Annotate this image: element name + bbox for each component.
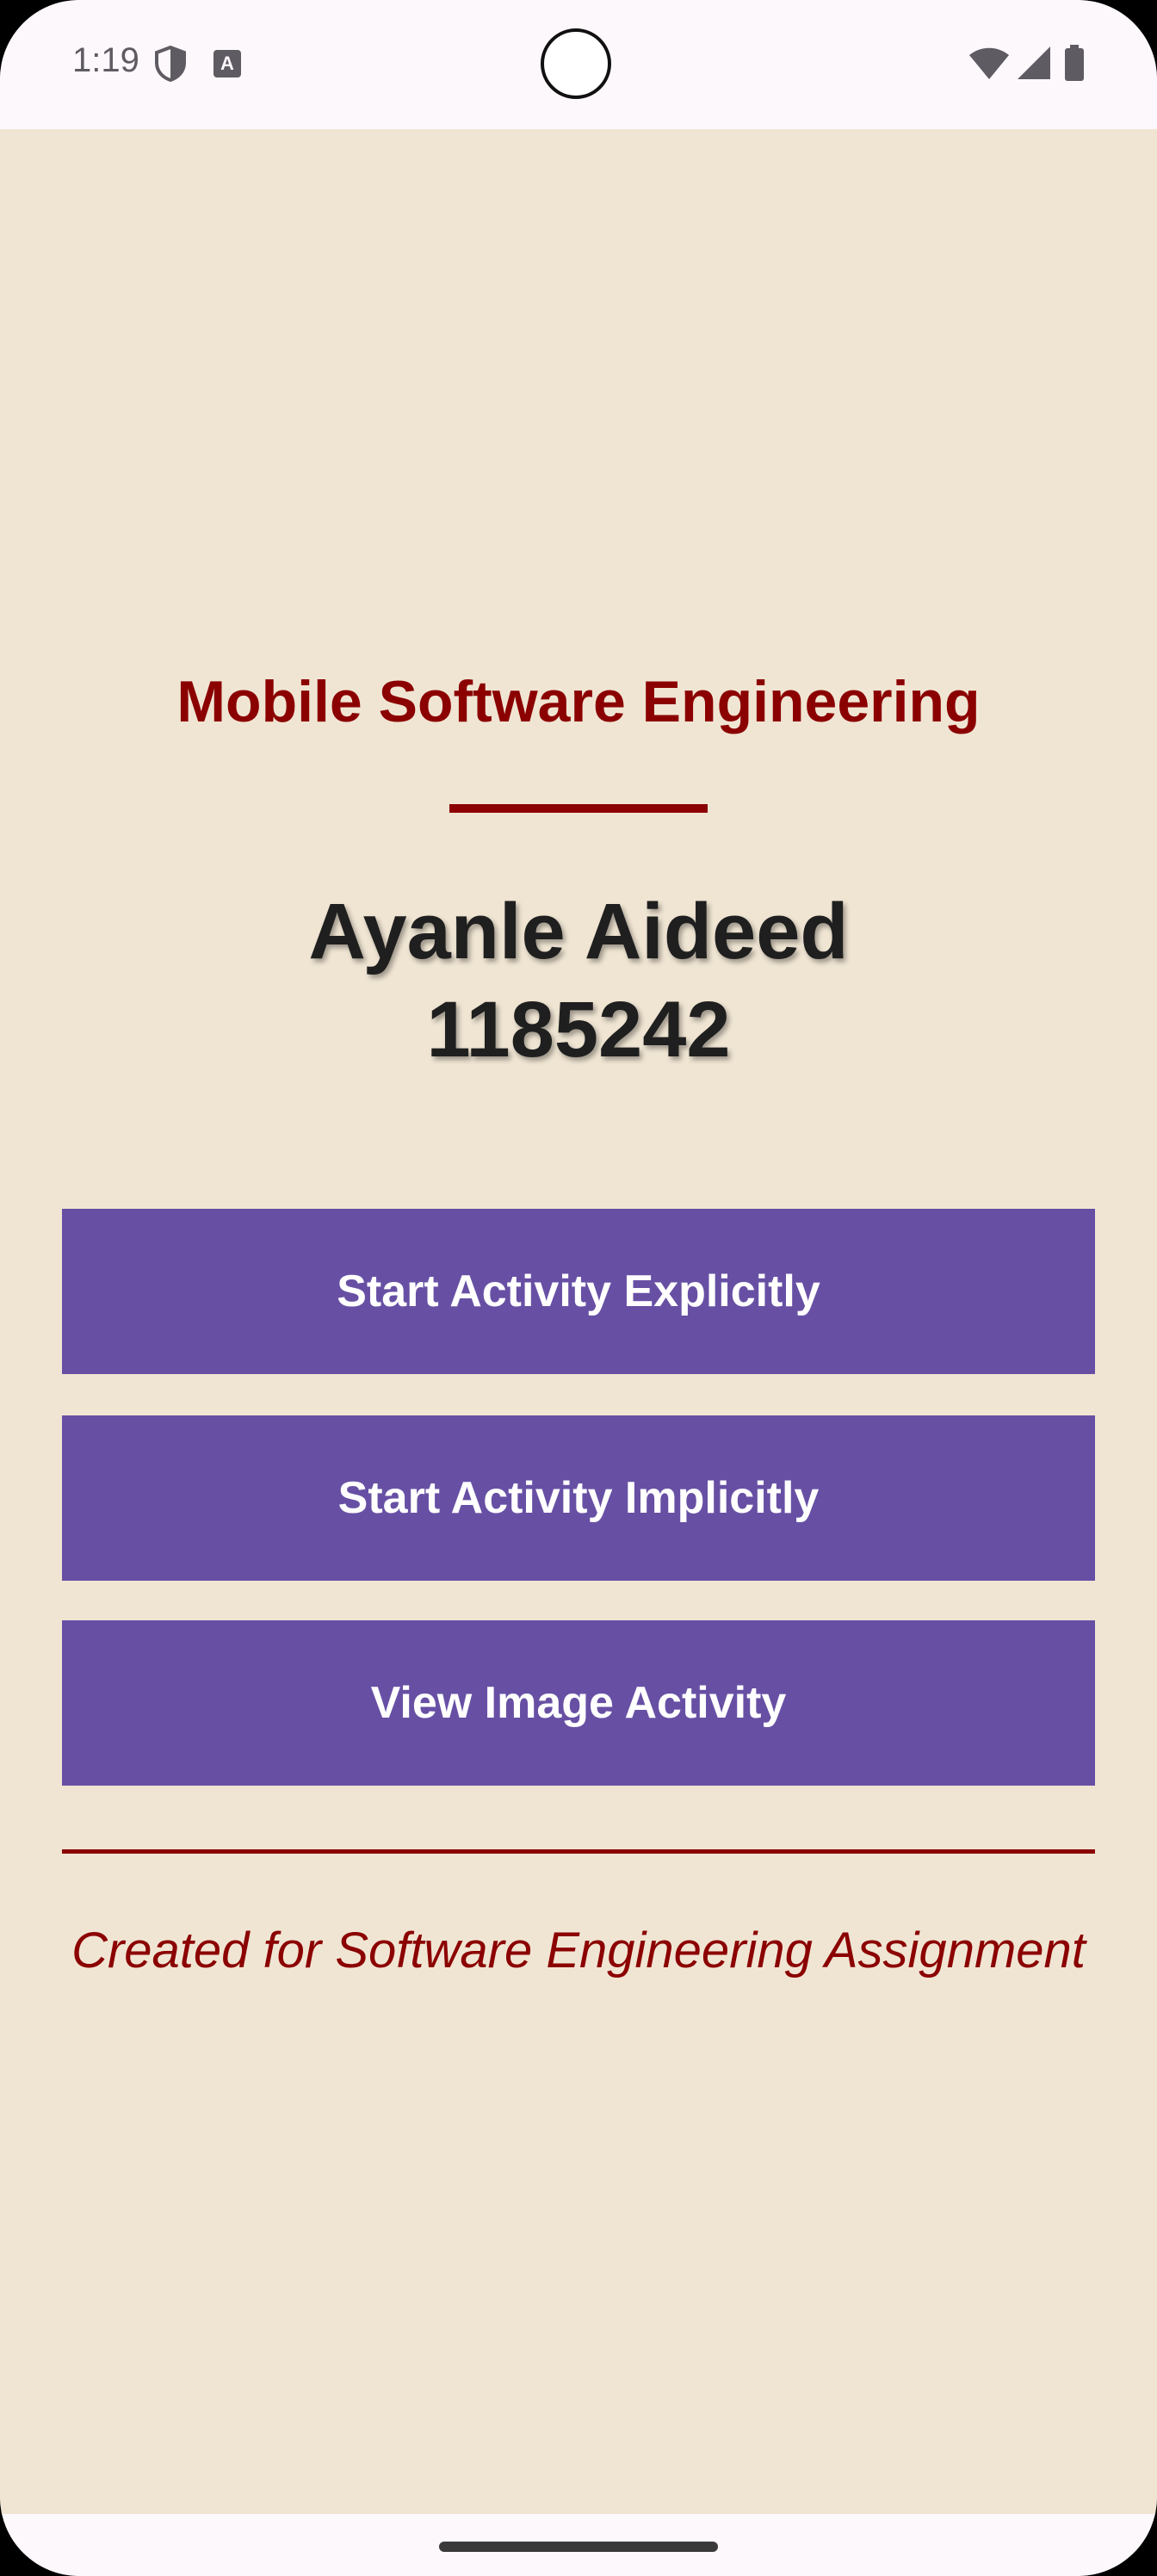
battery-icon: [1065, 45, 1084, 81]
front-camera: [541, 28, 611, 99]
shield-icon: [155, 45, 186, 83]
status-bar: 1:19 A: [0, 0, 1157, 129]
footer-text: Created for Software Engineering Assignm…: [71, 1923, 1086, 1978]
footer-divider: [62, 1849, 1095, 1854]
student-name: Ayanle Aideed: [308, 888, 849, 975]
start-activity-implicitly-button[interactable]: Start Activity Implicitly: [62, 1415, 1095, 1581]
home-gesture-handle[interactable]: [439, 2542, 718, 2552]
course-title: Mobile Software Engineering: [176, 669, 981, 734]
wifi-icon: [969, 47, 1009, 79]
student-id: 1185242: [426, 986, 731, 1074]
view-image-activity-button[interactable]: View Image Activity: [62, 1620, 1095, 1786]
phone-screen: 1:19 A Mobile Software Engineering Ayanl…: [0, 0, 1157, 2576]
status-time: 1:19: [72, 41, 139, 79]
main-content: Mobile Software Engineering Ayanle Aidee…: [0, 129, 1157, 2514]
title-divider: [449, 804, 708, 813]
start-activity-explicitly-button[interactable]: Start Activity Explicitly: [62, 1209, 1095, 1374]
signal-icon: [1018, 46, 1050, 79]
keyboard-a-icon: A: [213, 50, 241, 77]
navigation-bar: [0, 2514, 1157, 2576]
